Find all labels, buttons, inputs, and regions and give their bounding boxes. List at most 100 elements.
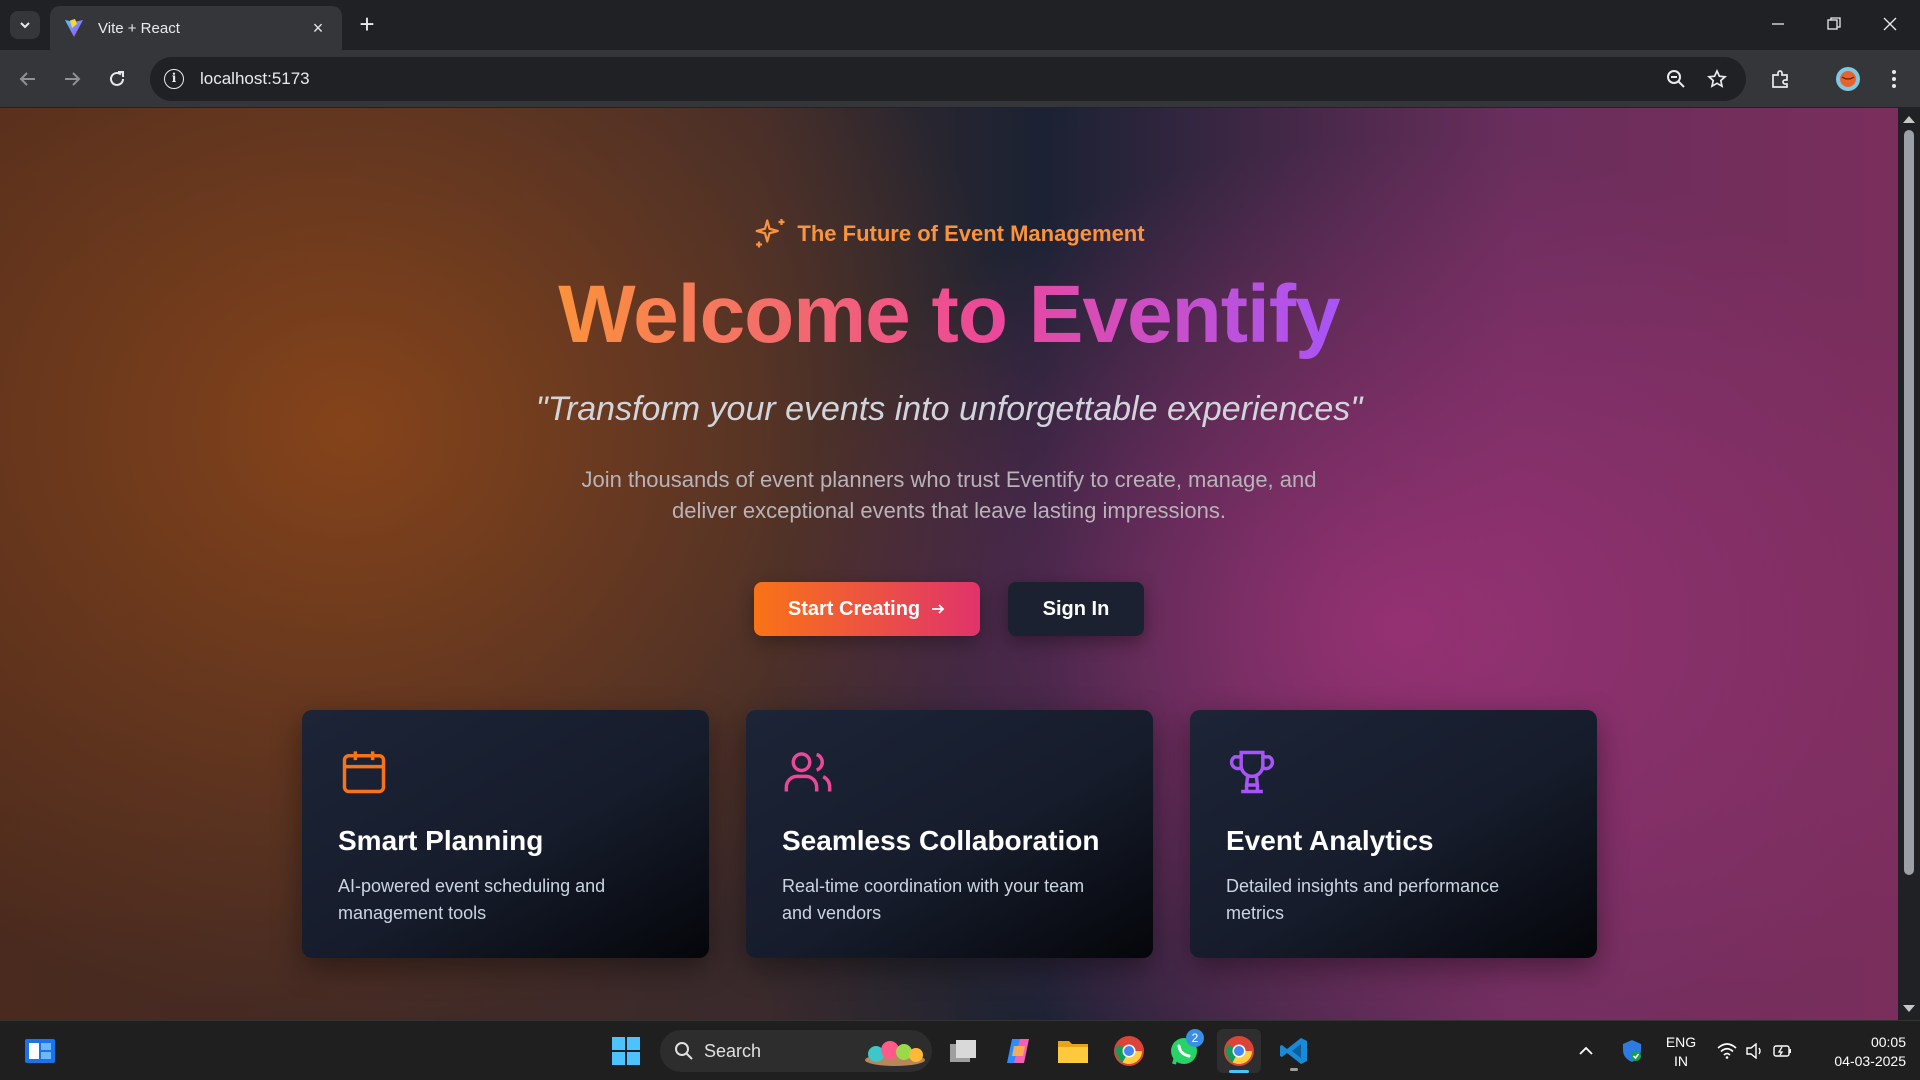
wifi-icon <box>1717 1043 1737 1059</box>
vscode-button[interactable] <box>1272 1029 1316 1073</box>
feature-title: Seamless Collaboration <box>782 825 1100 856</box>
clock-time: 00:05 <box>1870 1034 1906 1050</box>
wifi-button[interactable] <box>1712 1029 1742 1073</box>
feature-description: AI-powered event scheduling and manageme… <box>338 876 606 923</box>
avatar-icon <box>1836 67 1860 91</box>
speaker-icon <box>1746 1043 1761 1059</box>
arrow-right-icon <box>932 604 945 614</box>
profile-avatar[interactable] <box>1832 63 1864 95</box>
close-window-button[interactable] <box>1862 8 1918 40</box>
start-button[interactable] <box>604 1029 648 1073</box>
zoom-button[interactable] <box>1660 63 1692 95</box>
page-scrollbar[interactable] <box>1898 108 1920 1020</box>
feature-card-analytics: Event Analytics Detailed insights and pe… <box>1190 710 1597 958</box>
browser-menu-button[interactable] <box>1878 63 1910 95</box>
tagline-text: The Future of Event Management <box>797 221 1145 246</box>
clock[interactable]: 00:05 04-03-2025 <box>1810 1033 1906 1071</box>
chrome-active-app-button[interactable] <box>1217 1029 1261 1073</box>
url-text: localhost:5173 <box>200 69 310 88</box>
widgets-icon <box>25 1039 55 1063</box>
calendar-icon <box>342 751 386 794</box>
sign-in-button[interactable]: Sign In <box>1008 582 1144 636</box>
hero-description: Join thousands of event planners who tru… <box>581 467 1317 523</box>
start-creating-label: Start Creating <box>787 597 921 620</box>
forward-button[interactable] <box>56 63 88 95</box>
hero-tagline: The Future of Event Management <box>0 216 1898 252</box>
holi-colors-icon <box>865 1041 925 1066</box>
tab-title: Vite + React <box>98 19 180 37</box>
whatsapp-button[interactable]: 2 <box>1162 1029 1206 1073</box>
chrome-icon <box>1224 1036 1254 1066</box>
battery-button[interactable] <box>1768 1029 1798 1073</box>
back-button[interactable] <box>12 63 44 95</box>
feature-title: Event Analytics <box>1226 825 1434 856</box>
vite-logo-icon <box>65 19 83 37</box>
star-icon <box>1707 69 1727 88</box>
sign-in-label: Sign In <box>1042 597 1110 620</box>
scroll-up-arrow-icon[interactable] <box>1903 116 1915 123</box>
browser-tab[interactable]: Vite + React × <box>50 6 342 50</box>
volume-button[interactable] <box>1740 1029 1770 1073</box>
puzzle-icon <box>1772 70 1788 88</box>
page-title: Welcome to Eventify <box>0 268 1898 362</box>
browser-toolbar: i localhost:5173 <box>0 50 1920 108</box>
chevron-up-icon <box>1579 1046 1593 1055</box>
tab-search-button[interactable] <box>10 11 40 39</box>
restore-icon <box>1827 17 1841 30</box>
vscode-icon <box>1280 1038 1307 1064</box>
active-indicator <box>1229 1070 1249 1073</box>
chevron-down-icon <box>20 22 30 29</box>
language-code: ENG <box>1665 1034 1697 1050</box>
widgets-button[interactable] <box>18 1029 62 1073</box>
scroll-down-arrow-icon[interactable] <box>1903 1005 1915 1012</box>
more-vertical-icon <box>1892 70 1896 88</box>
restore-button[interactable] <box>1806 8 1862 40</box>
windows-taskbar: Search 2 ENG IN 00:05 04-03-2025 <box>0 1020 1920 1080</box>
file-explorer-button[interactable] <box>1051 1029 1095 1073</box>
close-tab-icon[interactable]: × <box>308 18 328 39</box>
extensions-button[interactable] <box>1765 63 1797 95</box>
search-label: Search <box>704 1040 762 1061</box>
minimize-button[interactable] <box>1750 8 1806 40</box>
task-view-icon <box>950 1040 976 1062</box>
address-bar[interactable]: i localhost:5173 <box>150 57 1746 101</box>
site-info-icon[interactable]: i <box>164 69 184 89</box>
sparkles-icon <box>756 219 785 248</box>
battery-charging-icon <box>1773 1045 1791 1057</box>
reload-button[interactable] <box>101 63 133 95</box>
reload-icon <box>110 71 124 86</box>
feature-title: Smart Planning <box>338 825 544 856</box>
chrome-icon <box>1114 1036 1144 1066</box>
language-indicator[interactable]: ENG IN <box>1658 1033 1704 1071</box>
windows-logo-icon <box>612 1037 640 1065</box>
copilot-button[interactable] <box>996 1029 1040 1073</box>
feature-card-smart-planning: Smart Planning AI-powered event scheduli… <box>302 710 709 958</box>
shield-icon <box>1623 1040 1641 1062</box>
zoom-out-icon <box>1667 70 1685 88</box>
new-tab-button[interactable]: + <box>352 10 382 40</box>
region-code: IN <box>1674 1053 1688 1069</box>
taskbar-search[interactable]: Search <box>660 1030 932 1072</box>
security-tray-button[interactable] <box>1614 1029 1650 1073</box>
feature-description: Detailed insights and performance metric… <box>1226 876 1500 923</box>
hero-quote: "Transform your events into unforgettabl… <box>535 390 1363 428</box>
chrome-app-button[interactable] <box>1107 1029 1151 1073</box>
minimize-icon <box>1772 23 1784 25</box>
scroll-thumb[interactable] <box>1904 130 1914 875</box>
arrow-right-icon <box>65 72 81 86</box>
start-creating-button[interactable]: Start Creating <box>754 582 980 636</box>
page-title-text: Welcome to Eventify <box>558 269 1340 360</box>
copilot-icon <box>1007 1039 1029 1063</box>
close-icon <box>1883 17 1897 31</box>
search-icon <box>675 1042 693 1060</box>
show-hidden-icons-button[interactable] <box>1570 1029 1602 1073</box>
browser-tab-bar: Vite + React × + <box>0 0 1920 50</box>
bookmark-button[interactable] <box>1701 63 1733 95</box>
whatsapp-badge: 2 <box>1186 1029 1204 1047</box>
users-icon <box>784 752 832 792</box>
running-indicator <box>1290 1068 1298 1071</box>
trophy-icon <box>1229 750 1275 794</box>
task-view-button[interactable] <box>942 1029 986 1073</box>
arrow-left-icon <box>19 72 35 86</box>
clock-date: 04-03-2025 <box>1834 1053 1906 1069</box>
